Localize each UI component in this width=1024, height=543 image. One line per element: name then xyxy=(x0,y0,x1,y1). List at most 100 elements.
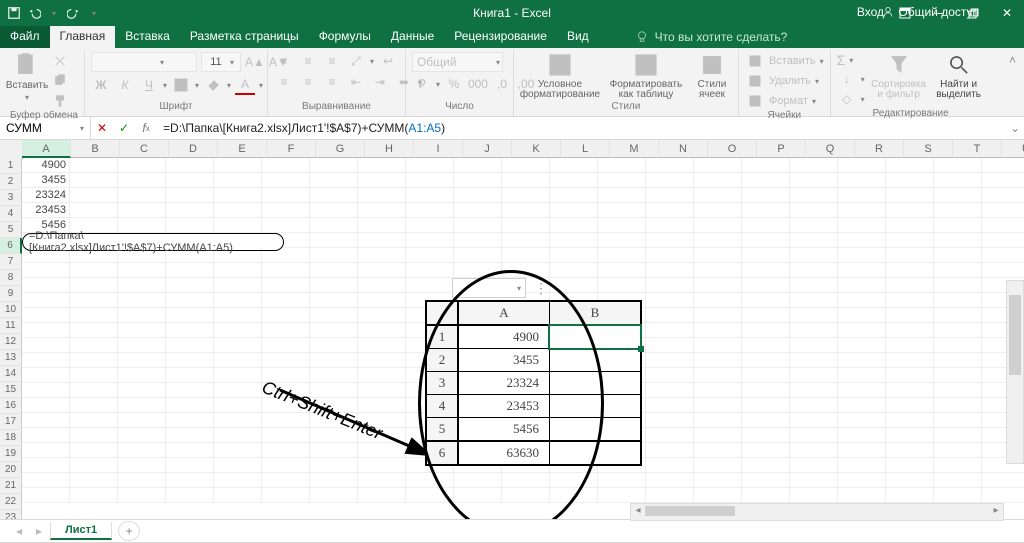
cell[interactable] xyxy=(838,263,886,278)
cell[interactable] xyxy=(214,353,262,368)
cell[interactable] xyxy=(742,263,790,278)
cell[interactable] xyxy=(214,188,262,203)
cell[interactable] xyxy=(742,338,790,353)
cell[interactable] xyxy=(886,458,934,473)
cell[interactable] xyxy=(982,173,1024,188)
cell[interactable] xyxy=(502,158,550,173)
cell[interactable] xyxy=(166,278,214,293)
cell[interactable] xyxy=(262,473,310,488)
cell[interactable] xyxy=(118,368,166,383)
cell[interactable] xyxy=(310,383,358,398)
row-header[interactable]: 21 xyxy=(0,478,22,494)
cell[interactable] xyxy=(214,488,262,503)
cell[interactable] xyxy=(982,233,1024,248)
cell[interactable] xyxy=(790,293,838,308)
cell[interactable] xyxy=(70,188,118,203)
cell[interactable] xyxy=(694,293,742,308)
cell[interactable] xyxy=(934,233,982,248)
cell[interactable] xyxy=(790,308,838,323)
cell[interactable] xyxy=(742,323,790,338)
cell[interactable] xyxy=(646,473,694,488)
cell[interactable] xyxy=(214,458,262,473)
cell[interactable] xyxy=(742,203,790,218)
cell[interactable] xyxy=(646,488,694,503)
cell[interactable] xyxy=(22,488,70,503)
cell[interactable] xyxy=(790,263,838,278)
cell[interactable] xyxy=(166,203,214,218)
cell[interactable] xyxy=(646,368,694,383)
row-header[interactable]: 12 xyxy=(0,334,22,350)
cell[interactable] xyxy=(166,398,214,413)
cell[interactable] xyxy=(502,188,550,203)
cell[interactable] xyxy=(838,323,886,338)
cell[interactable] xyxy=(838,203,886,218)
row-header[interactable]: 9 xyxy=(0,286,22,302)
cell[interactable] xyxy=(310,263,358,278)
cell[interactable] xyxy=(262,443,310,458)
tab-page-layout[interactable]: Разметка страницы xyxy=(180,26,309,48)
cell[interactable] xyxy=(790,338,838,353)
tab-review[interactable]: Рецензирование xyxy=(444,26,557,48)
cell[interactable] xyxy=(934,398,982,413)
cell[interactable] xyxy=(742,158,790,173)
cell[interactable] xyxy=(694,488,742,503)
row-header[interactable]: 2 xyxy=(0,174,22,190)
cell[interactable] xyxy=(838,428,886,443)
cell[interactable] xyxy=(886,383,934,398)
cell[interactable] xyxy=(838,353,886,368)
cell[interactable] xyxy=(790,218,838,233)
cell[interactable] xyxy=(454,263,502,278)
cell[interactable] xyxy=(166,488,214,503)
column-header[interactable]: B xyxy=(71,140,120,158)
cell[interactable] xyxy=(694,413,742,428)
cell[interactable] xyxy=(454,173,502,188)
cell[interactable] xyxy=(838,158,886,173)
name-box[interactable]: ▾ xyxy=(0,117,91,139)
cell[interactable] xyxy=(70,293,118,308)
cell[interactable] xyxy=(646,188,694,203)
cell[interactable] xyxy=(310,158,358,173)
cell[interactable] xyxy=(646,173,694,188)
cell[interactable] xyxy=(118,263,166,278)
cell[interactable] xyxy=(262,308,310,323)
cell[interactable] xyxy=(358,278,406,293)
cell[interactable] xyxy=(982,488,1024,503)
cell[interactable] xyxy=(70,458,118,473)
cell[interactable] xyxy=(646,248,694,263)
cell[interactable] xyxy=(22,458,70,473)
cell[interactable] xyxy=(22,308,70,323)
cell[interactable] xyxy=(166,413,214,428)
cell[interactable] xyxy=(982,263,1024,278)
cell[interactable] xyxy=(118,428,166,443)
cell[interactable] xyxy=(166,323,214,338)
cell[interactable] xyxy=(406,158,454,173)
cell[interactable] xyxy=(262,458,310,473)
cell[interactable] xyxy=(934,413,982,428)
cell[interactable] xyxy=(502,203,550,218)
cell[interactable] xyxy=(646,218,694,233)
cell[interactable] xyxy=(70,443,118,458)
cell[interactable] xyxy=(118,173,166,188)
cell[interactable] xyxy=(310,473,358,488)
cell[interactable] xyxy=(742,248,790,263)
cell[interactable] xyxy=(454,218,502,233)
cell[interactable] xyxy=(934,293,982,308)
cell[interactable] xyxy=(406,248,454,263)
cell[interactable] xyxy=(934,188,982,203)
cell[interactable] xyxy=(886,488,934,503)
cell[interactable] xyxy=(166,428,214,443)
cell[interactable] xyxy=(502,248,550,263)
column-header[interactable]: G xyxy=(316,140,365,158)
cell[interactable] xyxy=(598,278,646,293)
cell[interactable] xyxy=(118,353,166,368)
cell[interactable] xyxy=(790,458,838,473)
cell[interactable] xyxy=(742,398,790,413)
signin-link[interactable]: Вход xyxy=(857,5,884,19)
name-box-dropdown[interactable]: ▾ xyxy=(74,124,90,133)
tab-file[interactable]: Файл xyxy=(0,26,50,48)
row-header[interactable]: 20 xyxy=(0,462,22,478)
cell[interactable] xyxy=(742,278,790,293)
cell[interactable] xyxy=(838,233,886,248)
cell[interactable] xyxy=(70,413,118,428)
cell[interactable] xyxy=(646,398,694,413)
